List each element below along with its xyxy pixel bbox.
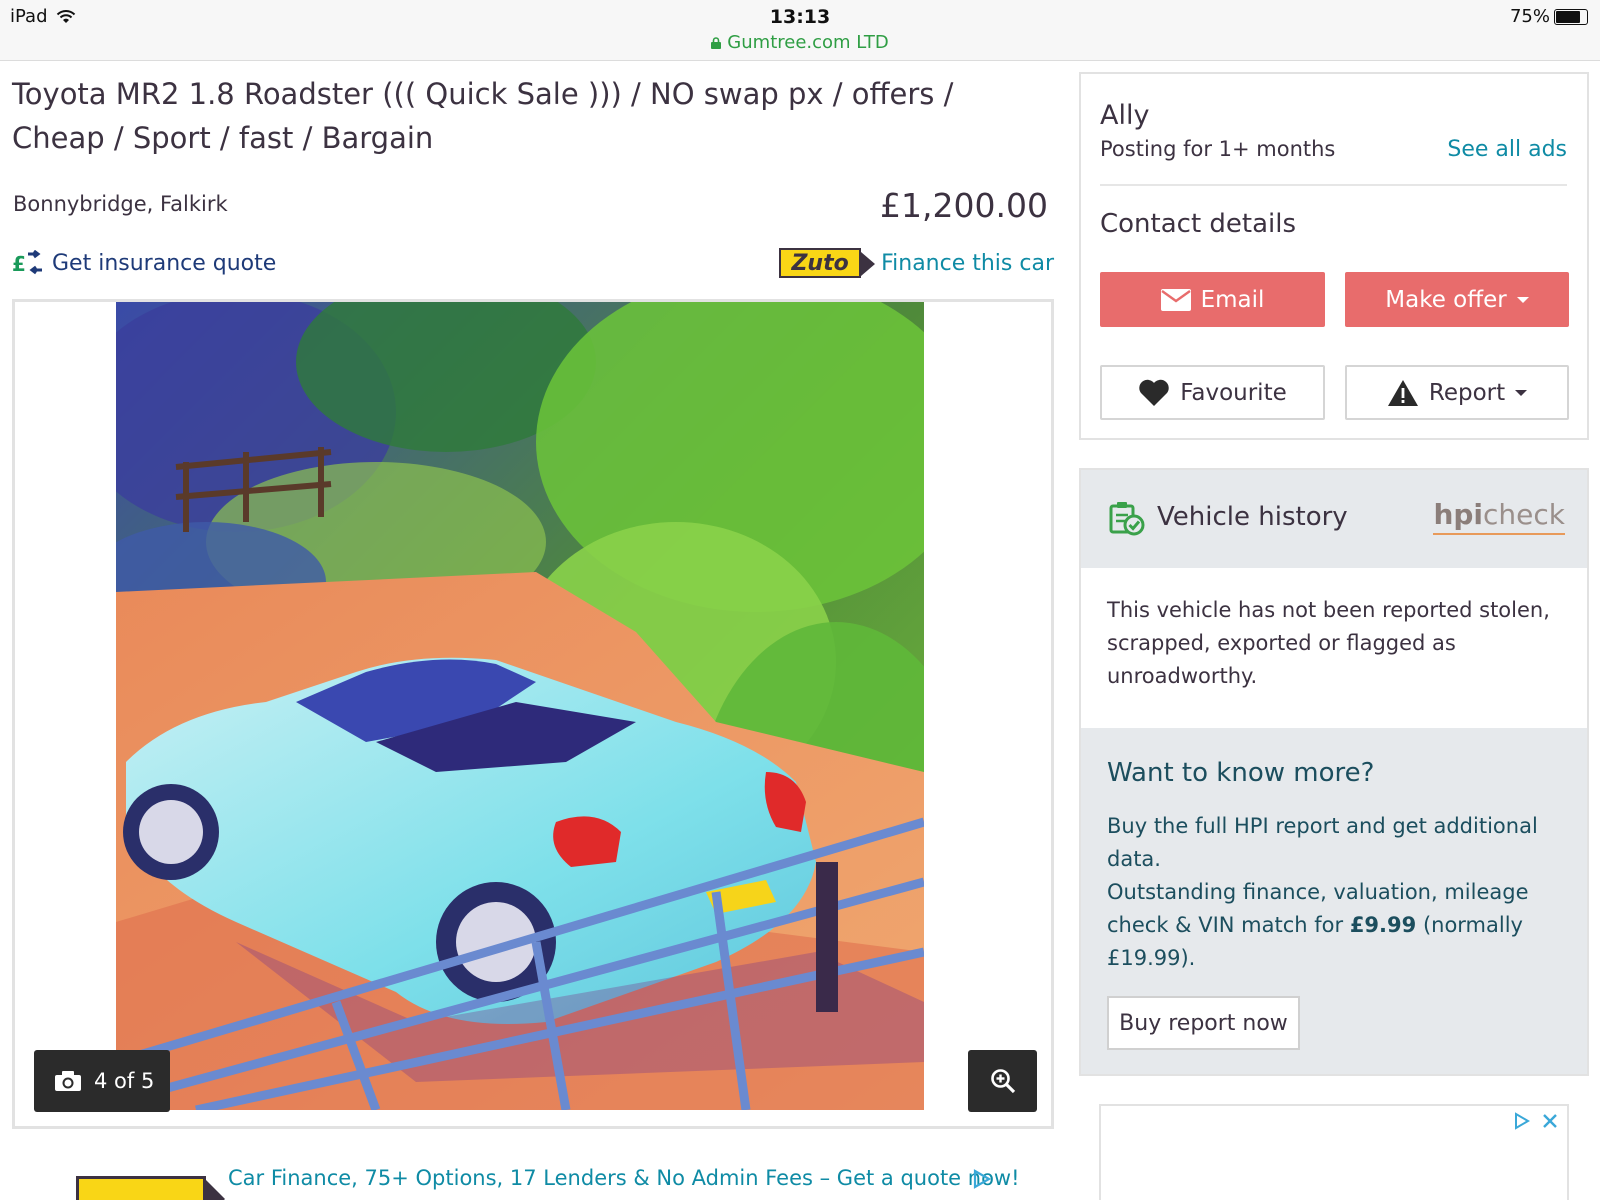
hpi-check-logo: hpicheck (1433, 498, 1565, 535)
warning-icon (1387, 379, 1418, 406)
report-button[interactable]: Report (1345, 365, 1569, 420)
battery-percentage: 75% (1509, 6, 1550, 27)
seller-card: Ally Posting for 1+ months See all ads C… (1079, 72, 1589, 440)
side-ad-box[interactable] (1099, 1104, 1569, 1200)
envelope-icon (1160, 288, 1191, 311)
clock: 13:13 (769, 6, 831, 28)
see-all-ads-link[interactable]: See all ads (1447, 137, 1567, 162)
vehicle-history-card: Vehicle history hpicheck This vehicle ha… (1079, 468, 1589, 1076)
bottom-zuto-logo (76, 1176, 225, 1200)
heart-icon (1139, 379, 1169, 406)
listing-price: £1,200.00 (880, 186, 1048, 225)
favourite-label: Favourite (1180, 379, 1287, 406)
make-offer-button[interactable]: Make offer (1345, 272, 1569, 327)
listing-location: Bonnybridge, Falkirk (13, 192, 228, 216)
svg-text:£: £ (12, 252, 26, 276)
vehicle-history-header: Vehicle history hpicheck (1081, 470, 1587, 568)
adchoices-icon[interactable] (972, 1169, 992, 1189)
zoom-in-icon (990, 1069, 1015, 1094)
photo-gallery[interactable]: 4 of 5 (12, 299, 1054, 1129)
camera-icon (55, 1071, 81, 1091)
report-label: Report (1428, 379, 1506, 406)
seller-posting-duration: Posting for 1+ months (1100, 137, 1336, 161)
divider (1100, 184, 1567, 186)
listing-title: Toyota MR2 1.8 Roadster ((( Quick Sale )… (12, 77, 954, 155)
lock-icon (711, 37, 722, 49)
bottom-ad-text[interactable]: Car Finance, 75+ Options, 17 Lenders & N… (228, 1166, 1020, 1190)
email-button[interactable]: Email (1100, 272, 1325, 327)
zuto-logo-text: Zuto (791, 250, 849, 276)
want-to-know-more-heading: Want to know more? (1107, 758, 1375, 788)
adchoices-icon[interactable] (1513, 1112, 1531, 1130)
photo-counter-text: 4 of 5 (94, 1069, 155, 1093)
vehicle-status-text: This vehicle has not been reported stole… (1107, 598, 1550, 688)
photo-counter: 4 of 5 (34, 1050, 170, 1112)
email-button-label: Email (1200, 286, 1265, 313)
hpi-report-price: £9.99 (1349, 913, 1417, 937)
vehicle-history-status: This vehicle has not been reported stole… (1081, 568, 1587, 728)
chevron-down-icon (1515, 389, 1528, 396)
car-photo[interactable] (116, 302, 924, 1110)
battery-icon (1554, 9, 1588, 25)
site-url: Gumtree.com LTD (727, 32, 889, 53)
hpi-report-description: Buy the full HPI report and get addition… (1107, 810, 1567, 975)
insurance-label: Get insurance quote (52, 250, 277, 276)
hpi-logo-strong: hpi (1433, 498, 1484, 531)
buy-report-button[interactable]: Buy report now (1107, 996, 1300, 1050)
pound-arrows-icon: £ (12, 250, 42, 276)
contact-details-heading: Contact details (1100, 209, 1297, 239)
finance-link[interactable]: Zuto Finance this car (779, 248, 1054, 278)
bottom-ad-banner[interactable]: Car Finance, 75+ Options, 17 Lenders & N… (76, 1166, 1020, 1200)
insurance-quote-link[interactable]: £ Get insurance quote (12, 250, 276, 276)
hpi-logo-light: check (1483, 498, 1565, 531)
zoom-button[interactable] (968, 1050, 1037, 1112)
status-bar: iPad 13:13 75% Gumtree.com LTD (0, 0, 1600, 61)
chevron-down-icon (1516, 296, 1529, 303)
history-check-icon (1109, 502, 1145, 536)
favourite-button[interactable]: Favourite (1100, 365, 1325, 420)
close-icon[interactable] (1541, 1112, 1559, 1130)
vehicle-history-title: Vehicle history (1157, 502, 1348, 532)
finance-label: Finance this car (881, 250, 1054, 276)
seller-name: Ally (1100, 100, 1150, 131)
address-bar[interactable]: Gumtree.com LTD (0, 32, 1600, 53)
make-offer-label: Make offer (1385, 286, 1507, 313)
zuto-logo: Zuto (779, 248, 876, 278)
hpi-description-line1: Buy the full HPI report and get addition… (1107, 814, 1538, 871)
